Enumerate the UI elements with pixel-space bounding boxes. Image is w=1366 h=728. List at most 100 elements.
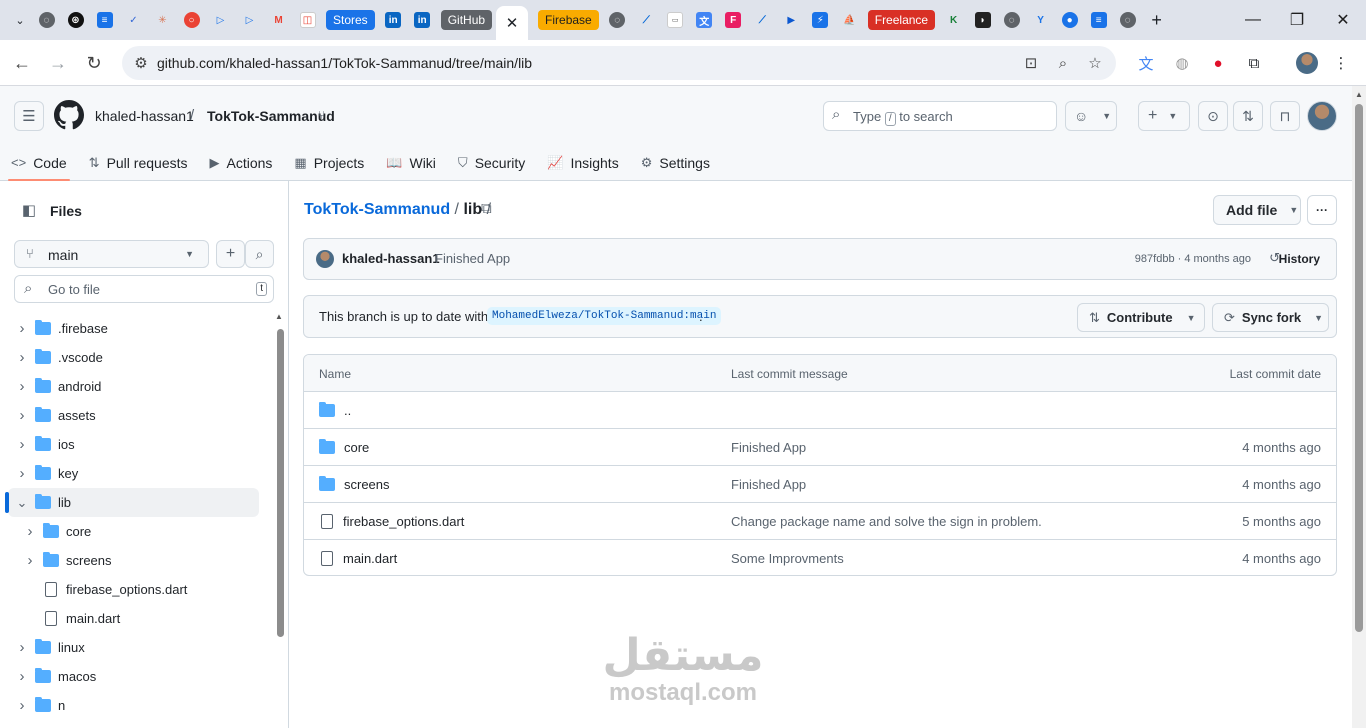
- close-window-icon[interactable]: ✕: [1318, 0, 1366, 40]
- scroll-up-icon[interactable]: ▲: [275, 312, 283, 321]
- tab-favicon-globe-icon[interactable]: ◌: [603, 0, 632, 40]
- tree-item[interactable]: › macos: [0, 662, 272, 691]
- tree-item[interactable]: › n: [0, 691, 272, 720]
- tree-item[interactable]: › core: [0, 517, 272, 546]
- tab-favicon-globe-icon[interactable]: ◌: [997, 0, 1026, 40]
- new-tab-button[interactable]: +: [1142, 0, 1171, 40]
- tab-favicon-notify-icon[interactable]: ●: [1055, 0, 1084, 40]
- chevron-right-icon[interactable]: ›: [16, 668, 28, 685]
- chevron-right-icon[interactable]: ›: [16, 436, 28, 453]
- tab-favicon-circle-icon[interactable]: ○: [177, 0, 206, 40]
- create-new-button[interactable]: + ▼: [1138, 101, 1190, 131]
- tab-favicon-arrow-icon[interactable]: ▶: [777, 0, 806, 40]
- tab-favicon-flutter-icon[interactable]: ⟋: [632, 0, 661, 40]
- commit-message-link[interactable]: Finished App: [731, 477, 806, 492]
- repo-owner-link[interactable]: khaled-hassan1: [95, 108, 194, 124]
- sidebar-scrollbar-thumb[interactable]: [277, 329, 284, 637]
- tab-favicon-globe-icon[interactable]: ◌: [32, 0, 61, 40]
- repo-name-link[interactable]: TokTok-Sammanud: [207, 108, 335, 124]
- tab-pull-requests[interactable]: ⇅ Pull requests: [78, 144, 199, 181]
- tree-item[interactable]: › android: [0, 372, 272, 401]
- tree-item[interactable]: › .firebase: [0, 314, 272, 343]
- forward-icon[interactable]: →: [44, 49, 72, 77]
- chevron-right-icon[interactable]: ›: [16, 407, 28, 424]
- tree-item[interactable]: › screens: [0, 546, 272, 575]
- extensions-puzzle-icon[interactable]: ⧉: [1243, 52, 1265, 74]
- tab-wiki[interactable]: 📖 Wiki: [375, 144, 447, 181]
- translate-extension-icon[interactable]: 文: [1135, 52, 1157, 74]
- tree-item[interactable]: › ios: [0, 430, 272, 459]
- tab-favicon-check-icon[interactable]: ✓: [119, 0, 148, 40]
- parent-directory-link[interactable]: ..: [344, 403, 351, 418]
- tab-favicon-arrow-icon[interactable]: ▷: [206, 0, 235, 40]
- tab-favicon-translate-icon[interactable]: 文: [690, 0, 719, 40]
- chevron-right-icon[interactable]: ›: [16, 465, 28, 482]
- url-text[interactable]: github.com/khaled-hassan1/TokTok-Sammanu…: [157, 55, 532, 71]
- tree-item[interactable]: › assets: [0, 401, 272, 430]
- tab-favicon-forms-icon[interactable]: ≡: [90, 0, 119, 40]
- file-name-link[interactable]: firebase_options.dart: [343, 514, 464, 529]
- tab-stores[interactable]: Stores: [326, 10, 375, 30]
- hamburger-menu-button[interactable]: ☰: [14, 101, 44, 131]
- tab-firebase[interactable]: Firebase: [538, 10, 599, 30]
- reload-icon[interactable]: ↻: [80, 49, 108, 77]
- table-row[interactable]: firebase_options.dart Change package name…: [304, 503, 1336, 540]
- tab-security[interactable]: ⛉ Security: [447, 144, 536, 181]
- go-to-file-input[interactable]: ⌕ Go to file t: [14, 275, 274, 303]
- extension-icon[interactable]: ◍: [1171, 52, 1193, 74]
- tab-projects[interactable]: ▦ Projects: [283, 144, 375, 181]
- close-icon[interactable]: ✕: [506, 14, 519, 32]
- opera-extension-icon[interactable]: ●: [1207, 52, 1229, 74]
- minimize-window-icon[interactable]: —: [1228, 0, 1278, 40]
- commit-message-link[interactable]: Finished App: [731, 440, 806, 455]
- tab-favicon-shield-icon[interactable]: ◗: [968, 0, 997, 40]
- tab-freelance[interactable]: Freelance: [867, 10, 936, 30]
- tree-item[interactable]: main.dart: [0, 604, 272, 633]
- tree-item[interactable]: ⌄ lib: [5, 488, 259, 517]
- back-icon[interactable]: ←: [8, 49, 36, 77]
- tab-favicon-docs-icon[interactable]: ≡: [1084, 0, 1113, 40]
- table-row[interactable]: core Finished App 4 months ago: [304, 429, 1336, 466]
- add-file-button[interactable]: +: [216, 240, 245, 268]
- table-row[interactable]: screens Finished App 4 months ago: [304, 466, 1336, 503]
- tab-favicon-f-icon[interactable]: F: [719, 0, 748, 40]
- file-name-link[interactable]: main.dart: [343, 551, 397, 566]
- copilot-button[interactable]: ☺ ▼: [1065, 101, 1117, 131]
- commit-message-link[interactable]: Some Improvments: [731, 551, 844, 566]
- active-tab[interactable]: ✕: [496, 6, 529, 40]
- chevron-right-icon[interactable]: ›: [24, 552, 36, 569]
- table-row[interactable]: main.dart Some Improvments 4 months ago: [304, 540, 1336, 575]
- browser-menu-icon[interactable]: ⋮: [1330, 52, 1352, 74]
- site-settings-icon[interactable]: ⚙: [132, 54, 150, 72]
- address-bar[interactable]: ⚙ github.com/khaled-hassan1/TokTok-Samma…: [122, 46, 1116, 80]
- tab-favicon-linkedin-icon[interactable]: in: [379, 0, 408, 40]
- tab-favicon-app-icon[interactable]: ⛵: [835, 0, 864, 40]
- inbox-button[interactable]: ⊓: [1270, 101, 1300, 131]
- tree-item[interactable]: › .vscode: [0, 343, 272, 372]
- scroll-up-icon[interactable]: ▲: [1355, 90, 1363, 99]
- issues-button[interactable]: ⊙: [1198, 101, 1228, 131]
- tab-favicon-linkedin-icon[interactable]: in: [408, 0, 437, 40]
- tab-favicon-bolt-icon[interactable]: ⚡: [806, 0, 835, 40]
- tab-favicon-openai-icon[interactable]: ⊛: [61, 0, 90, 40]
- file-name-link[interactable]: core: [344, 440, 369, 455]
- history-link[interactable]: History: [1279, 252, 1320, 266]
- add-file-dropdown-button[interactable]: Add file ▼: [1213, 195, 1301, 225]
- tab-favicon-k-icon[interactable]: K: [939, 0, 968, 40]
- tab-settings[interactable]: ⚙ Settings: [630, 144, 721, 181]
- tab-insights[interactable]: 📈 Insights: [536, 144, 629, 181]
- tab-favicon-app-icon[interactable]: ◫: [293, 0, 322, 40]
- commit-message-link[interactable]: Finished App: [435, 251, 510, 266]
- commit-author-link[interactable]: khaled-hassan1: [342, 251, 440, 266]
- tab-search-icon[interactable]: ⌄: [8, 0, 32, 40]
- breadcrumb-repo-link[interactable]: TokTok-Sammanud: [304, 201, 450, 218]
- github-logo-icon[interactable]: [54, 100, 84, 130]
- tree-item[interactable]: › key: [0, 459, 272, 488]
- collapse-sidebar-button[interactable]: ◧: [14, 195, 44, 225]
- tab-favicon-app-icon[interactable]: ▭: [661, 0, 690, 40]
- commit-message-link[interactable]: Change package name and solve the sign i…: [731, 514, 1042, 529]
- tab-code[interactable]: <> Code: [0, 144, 78, 181]
- search-files-button[interactable]: ⌕: [245, 240, 274, 268]
- copy-path-icon[interactable]: ⧉: [481, 200, 492, 217]
- chevron-right-icon[interactable]: ›: [16, 378, 28, 395]
